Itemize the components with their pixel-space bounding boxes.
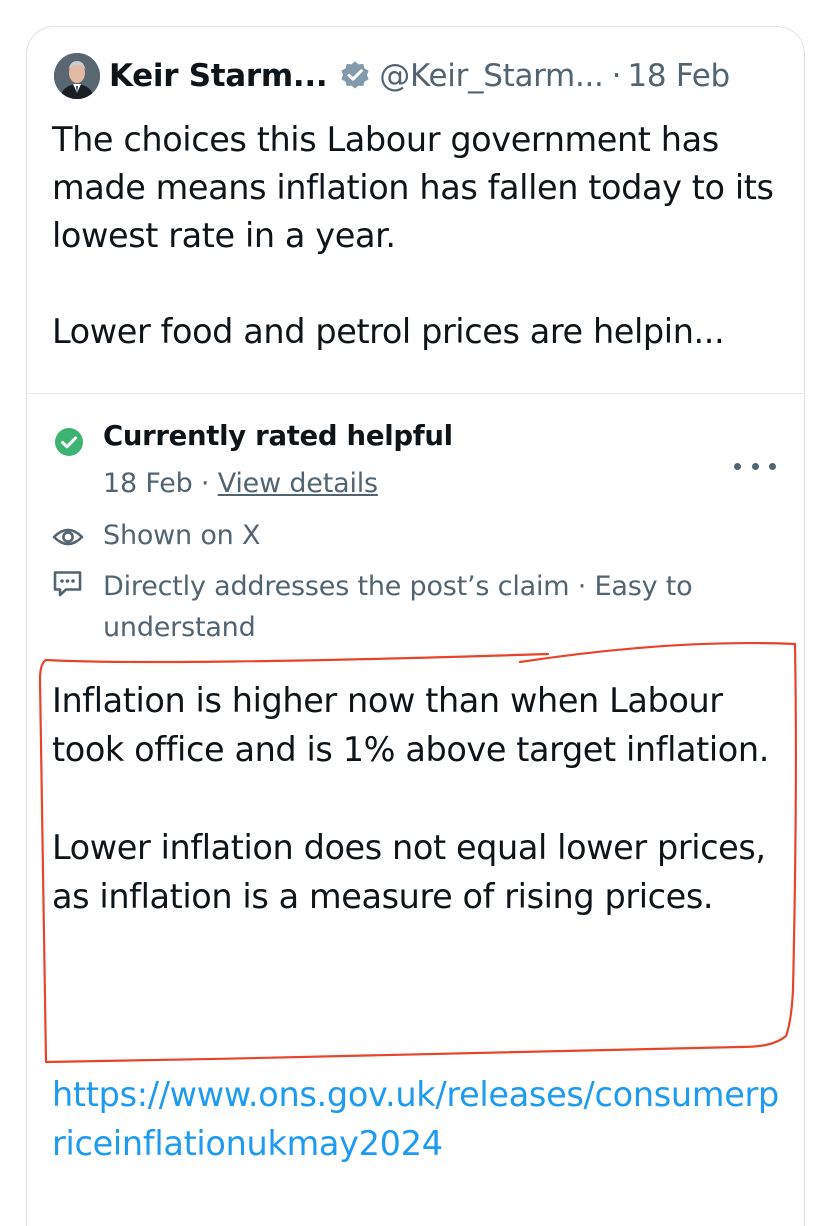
post-text: The choices this Labour government has m… bbox=[52, 116, 792, 356]
note-meta: 18 Feb · View details bbox=[103, 468, 378, 499]
more-icon-dot bbox=[751, 462, 759, 470]
post-date[interactable]: 18 Feb bbox=[627, 58, 730, 94]
note-status: Currently rated helpful bbox=[103, 420, 453, 452]
note-paragraph: Lower inflation does not equal lower pri… bbox=[52, 828, 766, 916]
note-reasons: Directly addresses the post’s claim · Ea… bbox=[103, 571, 693, 643]
note-text: Inflation is higher now than when Labour… bbox=[52, 676, 792, 921]
divider bbox=[27, 393, 804, 394]
avatar[interactable] bbox=[54, 53, 100, 99]
shown-on-label: Shown on X bbox=[103, 520, 261, 551]
source-link[interactable]: https://www.ons.gov.uk/releases/consumer… bbox=[52, 1070, 792, 1168]
author-name[interactable]: Keir Starm... bbox=[109, 58, 328, 94]
eye-icon bbox=[52, 528, 84, 546]
post-header: Keir Starm... @Keir_Starm... · 18 Feb bbox=[54, 50, 794, 102]
comment-icon bbox=[53, 571, 82, 597]
post-paragraph: The choices this Labour government has m… bbox=[52, 120, 774, 255]
verified-badge-icon bbox=[341, 61, 369, 89]
note-date: 18 Feb bbox=[103, 468, 193, 499]
view-details-link[interactable]: View details bbox=[218, 468, 378, 499]
meta-separator: · bbox=[192, 468, 218, 499]
check-circle-icon bbox=[55, 428, 83, 456]
more-icon bbox=[734, 462, 741, 470]
note-paragraph: Inflation is higher now than when Labour… bbox=[52, 681, 769, 769]
header-separator: · bbox=[611, 58, 622, 94]
more-options-button[interactable] bbox=[734, 452, 776, 480]
more-icon-dot bbox=[769, 462, 776, 470]
author-handle[interactable]: @Keir_Starm... bbox=[379, 58, 604, 94]
post-paragraph: Lower food and petrol prices are helpin.… bbox=[52, 312, 725, 351]
